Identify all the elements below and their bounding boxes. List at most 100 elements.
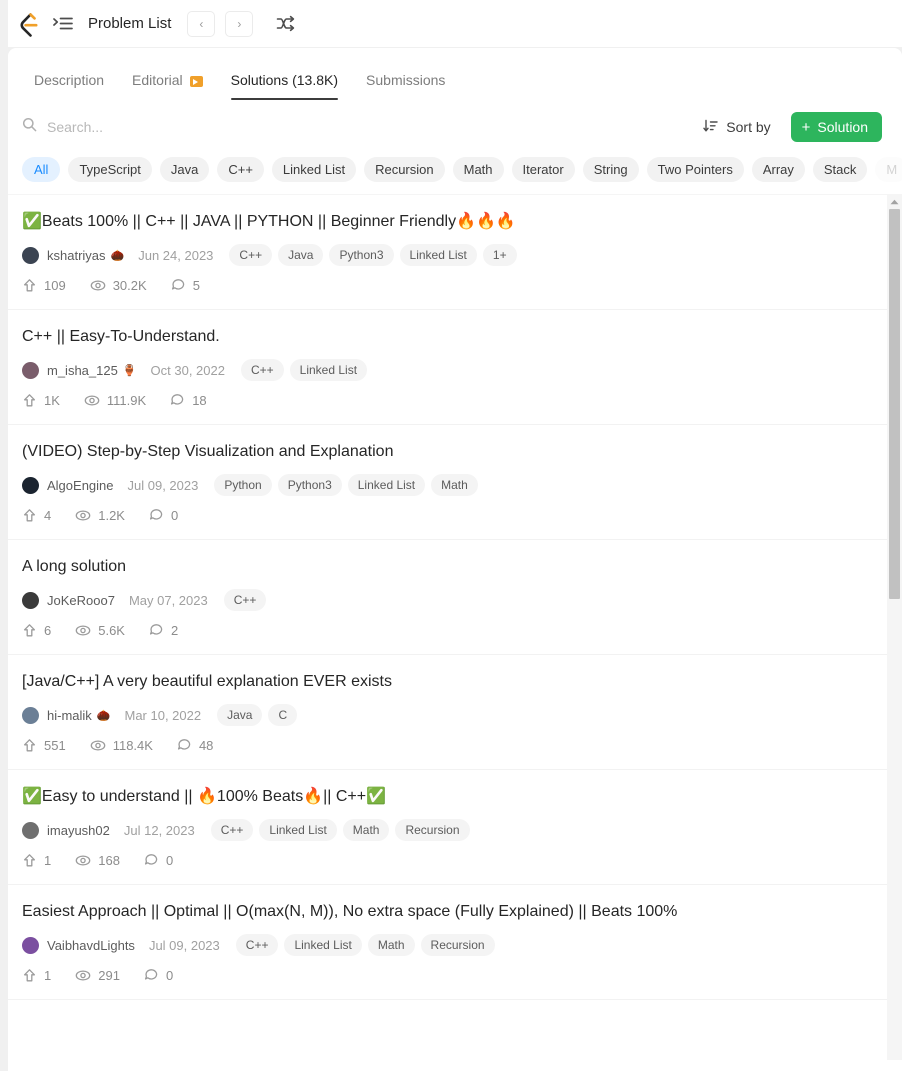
- filter-chip-array[interactable]: Array: [751, 156, 805, 182]
- filter-chip-recursion[interactable]: Recursion: [364, 156, 445, 182]
- search-input[interactable]: [47, 119, 684, 135]
- solution-card[interactable]: ✅Beats 100% || C++ || JAVA || PYTHON || …: [0, 195, 902, 310]
- upvote-stat[interactable]: 551: [22, 738, 66, 753]
- solution-tag[interactable]: Math: [367, 934, 415, 956]
- solution-card[interactable]: A long solution JoKeRooo7 May 07, 2023 C…: [0, 540, 902, 655]
- sort-by-button[interactable]: Sort by: [693, 115, 780, 140]
- solution-tag[interactable]: Linked List: [399, 244, 477, 266]
- filter-chip-java[interactable]: Java: [159, 156, 210, 182]
- leetcode-logo-icon[interactable]: [16, 11, 40, 37]
- tab-description[interactable]: Description: [20, 48, 118, 100]
- solution-tag[interactable]: Math: [342, 819, 390, 841]
- solution-card[interactable]: ✅Easy to understand || 🔥100% Beats🔥|| C+…: [0, 770, 902, 885]
- solution-card[interactable]: C++ || Easy-To-Understand. m_isha_125 🏺 …: [0, 310, 902, 425]
- avatar[interactable]: [22, 476, 39, 494]
- solution-tag[interactable]: Linked List: [259, 819, 337, 841]
- solution-title[interactable]: A long solution: [22, 556, 880, 578]
- solution-author[interactable]: hi-malik: [47, 708, 92, 723]
- filter-chip-typescript[interactable]: TypeScript: [68, 156, 152, 182]
- solution-author[interactable]: VaibhavdLights: [47, 938, 135, 953]
- prev-problem-button[interactable]: ‹: [187, 10, 216, 37]
- filter-chip-cpp[interactable]: C++: [217, 156, 264, 182]
- upvote-stat[interactable]: 1K: [22, 393, 60, 408]
- solution-title[interactable]: ✅Beats 100% || C++ || JAVA || PYTHON || …: [22, 211, 880, 233]
- solution-tag[interactable]: C++: [240, 359, 284, 381]
- solution-stats: 1 291 0: [22, 968, 880, 983]
- solution-tag[interactable]: Python3: [277, 474, 342, 496]
- solution-tag[interactable]: C++: [223, 589, 267, 611]
- comments-stat[interactable]: 48: [177, 738, 213, 753]
- views-count: 118.4K: [112, 738, 153, 753]
- add-solution-button[interactable]: + Solution: [790, 112, 882, 142]
- avatar[interactable]: [22, 821, 39, 839]
- comments-stat[interactable]: 0: [149, 508, 178, 523]
- solution-card[interactable]: Easiest Approach || Optimal || O(max(N, …: [0, 885, 902, 1000]
- tab-solutions[interactable]: Solutions (13.8K): [217, 48, 352, 100]
- solution-tag[interactable]: C++: [210, 819, 254, 841]
- solution-author[interactable]: imayush02: [47, 823, 110, 838]
- comments-stat[interactable]: 5: [171, 278, 200, 293]
- solution-date: Jun 24, 2023: [138, 247, 214, 263]
- solution-tag[interactable]: C++: [229, 244, 273, 266]
- comments-stat[interactable]: 0: [144, 853, 173, 868]
- avatar[interactable]: [22, 706, 39, 724]
- upvote-stat[interactable]: 1: [22, 968, 51, 983]
- filter-chip-two-pointers[interactable]: Two Pointers: [646, 156, 744, 182]
- filter-chip-linked-list[interactable]: Linked List: [271, 156, 357, 182]
- comments-stat[interactable]: 18: [170, 393, 207, 408]
- comments-stat[interactable]: 2: [149, 623, 178, 638]
- search-box[interactable]: [22, 113, 684, 141]
- scroll-up-arrow-icon[interactable]: [887, 195, 902, 209]
- solution-tag[interactable]: C: [268, 704, 298, 726]
- upvote-stat[interactable]: 1: [22, 853, 51, 868]
- solution-tag[interactable]: Python: [214, 474, 272, 496]
- upvote-stat[interactable]: 6: [22, 623, 51, 638]
- upvote-stat[interactable]: 109: [22, 278, 66, 293]
- filter-chip-math[interactable]: Math: [452, 156, 504, 182]
- list-icon[interactable]: [50, 11, 76, 37]
- solution-stats: 4 1.2K 0: [22, 508, 880, 523]
- scrollbar-thumb[interactable]: [889, 209, 900, 599]
- solution-author[interactable]: AlgoEngine: [47, 478, 114, 493]
- solution-title[interactable]: ✅Easy to understand || 🔥100% Beats🔥|| C+…: [22, 786, 880, 808]
- solution-tag[interactable]: Linked List: [347, 474, 426, 496]
- solution-tag[interactable]: Recursion: [395, 819, 470, 841]
- problem-list-label[interactable]: Problem List: [88, 15, 171, 32]
- solution-title[interactable]: Easiest Approach || Optimal || O(max(N, …: [22, 901, 880, 923]
- tab-description-label: Description: [34, 72, 105, 88]
- shuffle-icon[interactable]: [271, 11, 299, 37]
- filter-chip-iterator[interactable]: Iterator: [511, 156, 575, 182]
- filter-chip-stack[interactable]: Stack: [812, 156, 868, 182]
- solution-tag[interactable]: Java: [217, 704, 263, 726]
- avatar[interactable]: [22, 361, 39, 379]
- avatar[interactable]: [22, 246, 39, 264]
- avatar[interactable]: [22, 936, 39, 954]
- solution-author[interactable]: m_isha_125: [47, 363, 118, 378]
- solution-title[interactable]: C++ || Easy-To-Understand.: [22, 326, 880, 348]
- solution-title[interactable]: [Java/C++] A very beautiful explanation …: [22, 671, 880, 693]
- tab-submissions[interactable]: Submissions: [352, 48, 459, 100]
- filter-chip-overflow[interactable]: M: [875, 156, 902, 182]
- avatar[interactable]: [22, 591, 39, 609]
- comments-stat[interactable]: 0: [144, 968, 173, 983]
- solution-tag[interactable]: C++: [235, 934, 279, 956]
- solution-tag[interactable]: Python3: [329, 244, 394, 266]
- solution-card[interactable]: [Java/C++] A very beautiful explanation …: [0, 655, 902, 770]
- solution-author[interactable]: kshatriyas: [47, 248, 106, 263]
- solution-card[interactable]: (VIDEO) Step-by-Step Visualization and E…: [0, 425, 902, 540]
- solution-title[interactable]: (VIDEO) Step-by-Step Visualization and E…: [22, 441, 880, 463]
- filter-chip-all[interactable]: All: [22, 156, 61, 182]
- solution-tag[interactable]: Recursion: [420, 934, 495, 956]
- solution-tag[interactable]: Java: [278, 244, 324, 266]
- tab-editorial[interactable]: Editorial: [118, 48, 217, 100]
- solution-tag-more[interactable]: 1+: [482, 244, 517, 266]
- solution-tag[interactable]: Linked List: [289, 359, 368, 381]
- solution-author[interactable]: JoKeRooo7: [47, 593, 115, 608]
- solution-tag[interactable]: Math: [431, 474, 478, 496]
- upvote-stat[interactable]: 4: [22, 508, 51, 523]
- next-problem-button[interactable]: ›: [225, 10, 254, 37]
- solutions-list[interactable]: ✅Beats 100% || C++ || JAVA || PYTHON || …: [0, 194, 902, 1060]
- vertical-scrollbar[interactable]: [887, 195, 902, 1060]
- solution-tag[interactable]: Linked List: [284, 934, 362, 956]
- filter-chip-string[interactable]: String: [582, 156, 639, 182]
